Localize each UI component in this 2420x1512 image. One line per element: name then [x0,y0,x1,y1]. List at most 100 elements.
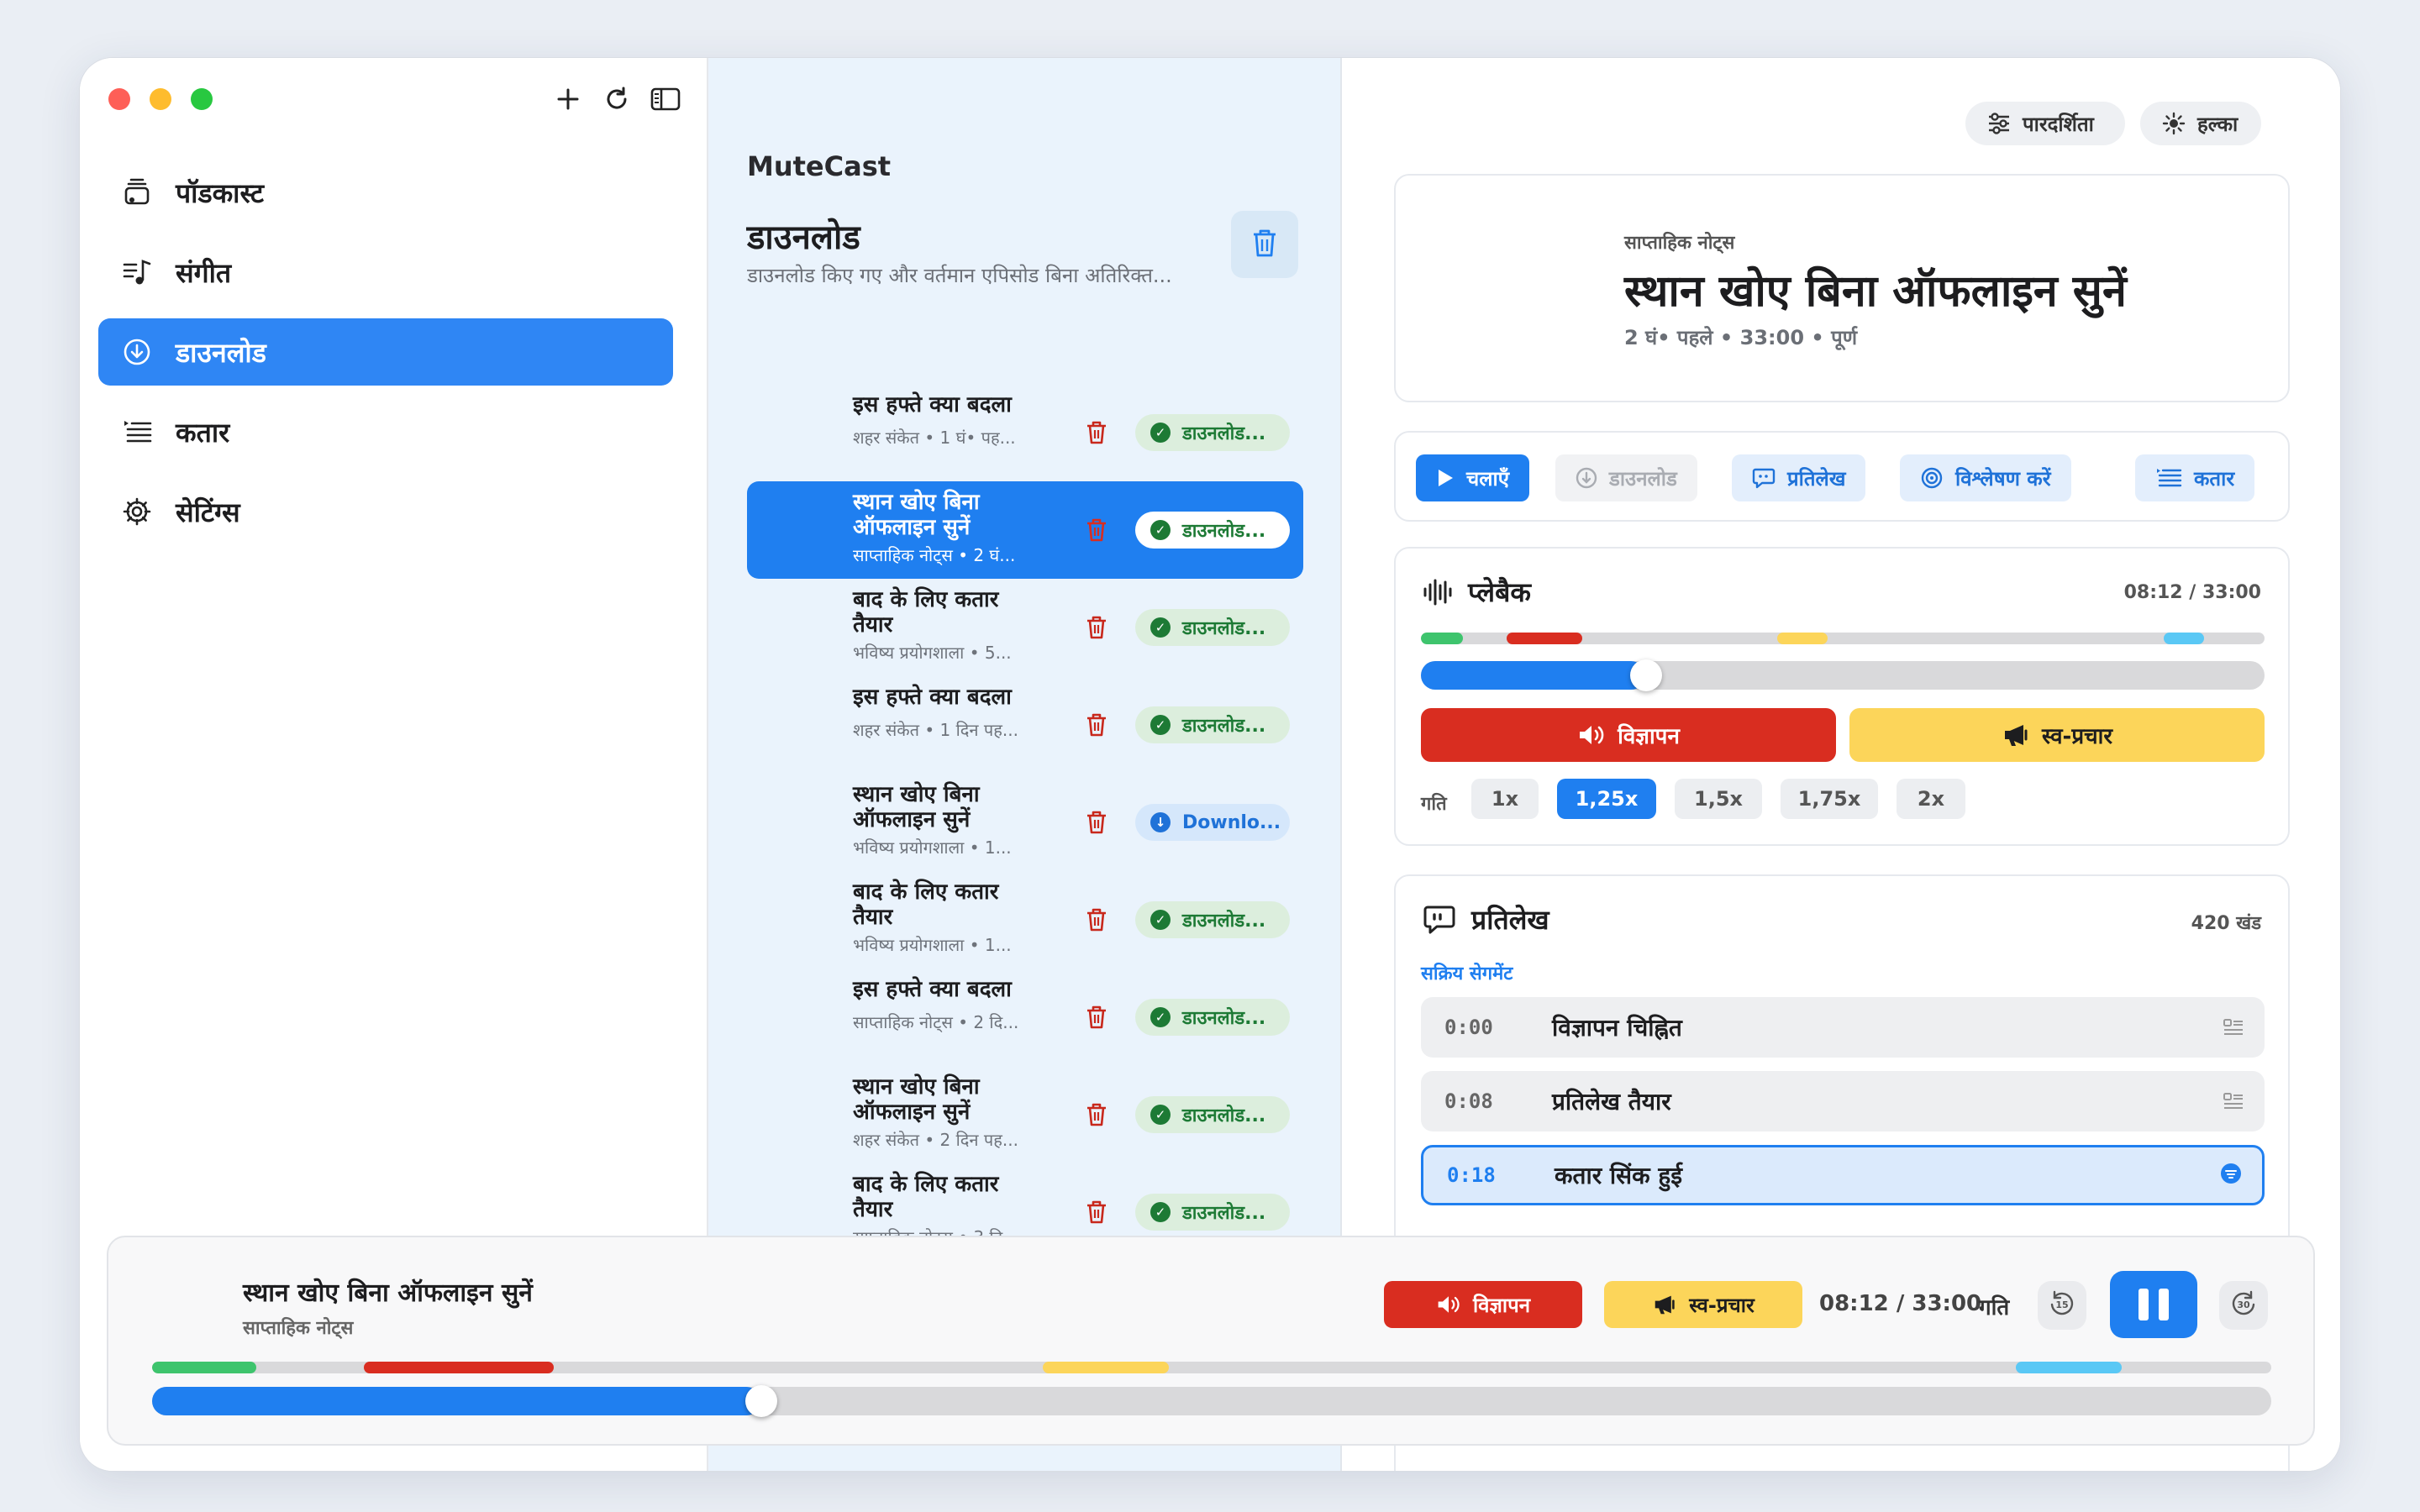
plus-icon[interactable] [552,83,584,115]
sidebar-item-podcasts[interactable]: पॉडकास्ट [98,159,673,226]
queue-button[interactable]: कतार [2135,454,2255,501]
mini-player-title: स्थान खोए बिना ऑफलाइन सुनें [243,1278,533,1308]
analyze-button[interactable]: विश्लेषण करें [1900,454,2071,501]
download-status-badge: ✓ डाउनलोड... [1135,1096,1290,1133]
delete-episode-button[interactable] [1083,1199,1110,1226]
sidebar-item-label: कतार [176,416,230,449]
minimize-window-button[interactable] [150,88,171,110]
delete-all-button[interactable] [1231,211,1298,278]
transparency-button[interactable]: पारदर्शिता [1965,102,2125,145]
transcript-button[interactable]: प्रतिलेख [1732,454,1866,501]
skip-promo-button[interactable]: स्व-प्रचार [1849,708,2265,762]
delete-episode-button[interactable] [1083,1004,1110,1031]
episode-row[interactable]: स्थान खोए बिना ऑफलाइन सुनें भविष्य प्रयोग… [747,774,1303,871]
episode-row[interactable]: इस हफ्ते क्या बदला शहर संकेत • 1 दिन पह..… [747,676,1303,774]
episode-row[interactable]: स्थान खोए बिना ऑफलाइन सुनें साप्ताहिक नोट… [747,481,1303,579]
download-status-badge: ✓ डाउनलोड... [1135,512,1290,549]
episode-meta: भविष्य प्रयोगशाला • 1... [853,935,1012,955]
sidebar-item-settings[interactable]: सेटिंग्स [98,478,673,545]
page-subtitle: डाउनलोड किए गए और वर्तमान एपिसोड बिना अत… [747,264,1172,287]
speed-option-1.25x[interactable]: 1,25x [1557,779,1656,819]
mini-player-scrubber[interactable] [152,1385,2271,1417]
badge-label: डाउनलोड... [1182,716,1266,737]
mini-skip-promo-button[interactable]: स्व-प्रचार [1604,1281,1802,1328]
episode-meta: भविष्य प्रयोगशाला • 5... [853,643,1012,663]
checkmark-icon: ✓ [1150,1105,1171,1125]
mini-speed-button[interactable]: गति [1979,1291,2009,1321]
delete-episode-button[interactable] [1083,711,1110,738]
episode-row[interactable]: स्थान खोए बिना ऑफलाइन सुनें शहर संकेत • 2… [747,1066,1303,1163]
scrubber-fill [1421,661,1645,690]
checkmark-icon: ✓ [1150,617,1171,638]
playback-scrubber[interactable] [1421,659,2265,691]
app-window: पॉडकास्ट संगीत डाउनलोड कतार सेटिंग्स Mut… [79,57,2341,1472]
badge-label: डाउनलोड... [1182,1203,1266,1224]
mini-skip-ad-button[interactable]: विज्ञापन [1384,1281,1582,1328]
transcript-text: प्रतिलेख तैयार [1552,1088,1671,1116]
promo-label: स्व-प्रचार [2041,724,2113,749]
episode-title: इस हफ्ते क्या बदला [853,685,1012,710]
zoom-window-button[interactable] [191,88,213,110]
podcast-stack-icon [120,176,154,209]
show-name: साप्ताहिक नोट्स [1624,233,1735,254]
refresh-icon[interactable] [601,83,633,115]
sidebar-item-music[interactable]: संगीत [98,239,673,306]
theme-button[interactable]: हल्का [2140,102,2261,145]
episode-title: बाद के लिए कतार तैयार [853,879,999,930]
transcript-text: विज्ञापन चिह्नित [1552,1014,1682,1042]
speed-option-1x[interactable]: 1x [1471,779,1539,819]
badge-label: डाउनलोड... [1182,423,1266,444]
speed-option-1.75x[interactable]: 1,75x [1781,779,1878,819]
segment-count: 420 खंड [2191,913,2261,934]
transcript-time: 0:00 [1444,1016,1493,1039]
skip-back-15-button[interactable]: 15 [2038,1281,2086,1330]
sidebar-item-downloads[interactable]: डाउनलोड [98,318,673,386]
delete-episode-button[interactable] [1083,906,1110,933]
scrubber-handle[interactable] [1629,659,1662,691]
transcript-row[interactable]: 0:08 प्रतिलेख तैयार [1421,1071,2265,1131]
playback-time: 08:12 / 33:00 [2123,582,2261,603]
music-note-icon [120,255,154,289]
sidebar-toggle-icon[interactable] [650,83,681,115]
intro-segment [1421,633,1463,644]
episode-row[interactable]: बाद के लिए कतार तैयार भविष्य प्रयोगशाला •… [747,871,1303,969]
delete-episode-button[interactable] [1083,614,1110,641]
download-status-badge: ✓ डाउनलोड... [1135,1194,1290,1231]
mini-player-time: 08:12 / 33:00 [1819,1291,1982,1316]
text-details-icon[interactable] [2223,1091,2244,1111]
delete-episode-button[interactable] [1083,1101,1110,1128]
transcript-row-current[interactable]: 0:18 कतार सिंक हुई [1421,1145,2265,1205]
sidebar-toolbar [552,83,681,115]
app-name: MuteCast [747,150,892,182]
queue-list-icon [2155,466,2182,490]
play-button[interactable]: चलाएँ [1416,454,1529,501]
episode-row[interactable]: इस हफ्ते क्या बदला शहर संकेत • 1 घं• पह..… [747,384,1303,481]
episode-meta: शहर संकेत • 2 दिन पह... [853,1130,1018,1150]
ad-segment [1507,633,1582,644]
close-window-button[interactable] [108,88,130,110]
waveform-icon [1423,578,1453,606]
promo-segment [1043,1362,1169,1373]
scrubber-handle[interactable] [745,1385,778,1417]
playback-card: प्लेबैक 08:12 / 33:00 विज्ञापन स्व-प्रचा… [1394,547,2290,846]
delete-episode-button[interactable] [1083,809,1110,836]
download-button[interactable]: डाउनलोड [1555,454,1697,501]
text-details-icon[interactable] [2223,1017,2244,1037]
speed-option-2x[interactable]: 2x [1897,779,1965,819]
episode-row[interactable]: बाद के लिए कतार तैयार भविष्य प्रयोगशाला •… [747,579,1303,676]
download-arrow-icon: ↓ [1150,812,1171,832]
transcript-time: 0:18 [1447,1163,1496,1187]
episode-title: स्थान खोए बिना ऑफलाइन सुनें [853,1074,980,1125]
speed-option-1.5x[interactable]: 1,5x [1675,779,1762,819]
delete-episode-button[interactable] [1083,517,1110,543]
skip-ad-button[interactable]: विज्ञापन [1421,708,1836,762]
sidebar-nav: पॉडकास्ट संगीत डाउनलोड कतार सेटिंग्स [98,159,673,558]
pause-button[interactable] [2110,1271,2197,1338]
skip-forward-30-button[interactable]: 30 [2219,1281,2268,1330]
delete-episode-button[interactable] [1083,419,1110,446]
sidebar-item-queue[interactable]: कतार [98,398,673,465]
episode-meta: साप्ताहिक नोट्स • 2 घं... [853,545,1016,565]
badge-label: Downlo... [1182,811,1281,833]
episode-row[interactable]: इस हफ्ते क्या बदला साप्ताहिक नोट्स • 2 दि… [747,969,1303,1066]
transcript-row[interactable]: 0:00 विज्ञापन चिह्नित [1421,997,2265,1058]
